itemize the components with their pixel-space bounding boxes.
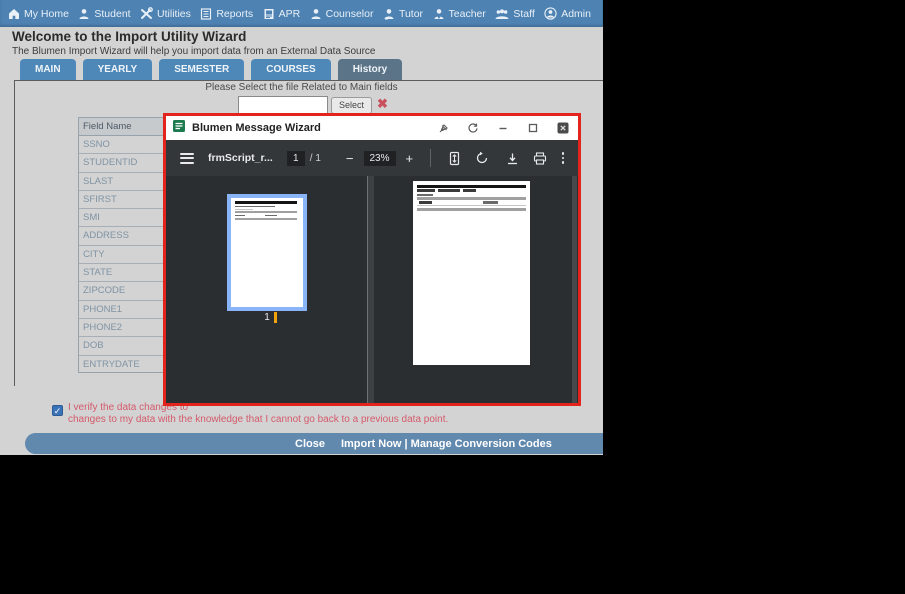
counselor-icon <box>310 8 322 20</box>
refresh-icon[interactable] <box>464 120 482 136</box>
print-icon[interactable] <box>533 151 547 165</box>
table-row[interactable]: SMI <box>79 209 163 228</box>
table-row[interactable]: SSNO <box>79 136 163 155</box>
verify-line2: changes to my data with the knowledge th… <box>68 413 449 425</box>
minimize-icon[interactable] <box>494 120 512 136</box>
file-select-prompt: Please Select the file Related to Main f… <box>205 82 398 93</box>
nav-label: Counselor <box>325 7 374 20</box>
close-icon[interactable] <box>554 120 572 136</box>
fit-to-page-icon[interactable] <box>448 151 461 166</box>
thumbnail-page-number: 1 <box>264 312 270 323</box>
tab-history[interactable]: History <box>337 59 403 80</box>
nav-item-my-home[interactable]: My Home <box>8 8 69 20</box>
nav-item-counselor[interactable]: Counselor <box>310 7 374 20</box>
tab-semester[interactable]: SEMESTER <box>159 59 245 80</box>
wizard-tabs: MAIN YEARLY SEMESTER COURSES History <box>20 59 403 80</box>
page-title: Welcome to the Import Utility Wizard <box>12 29 247 44</box>
nav-item-admin[interactable]: Admin <box>544 7 591 20</box>
field-name-table: Field Name SSNO STUDENTID SLAST SFIRST S… <box>78 117 164 373</box>
tab-main[interactable]: MAIN <box>20 59 76 80</box>
utilities-icon <box>140 7 153 20</box>
clear-file-icon[interactable]: ✖ <box>377 96 388 112</box>
staff-icon <box>495 8 509 20</box>
page-number-input[interactable]: 1 <box>286 150 305 166</box>
dialog-title: Blumen Message Wizard <box>192 122 321 134</box>
dialog-titlebar: Blumen Message Wizard <box>166 116 578 140</box>
nav-label: Utilities <box>157 7 191 20</box>
page-count-label: / 1 <box>309 152 321 164</box>
download-icon[interactable] <box>506 152 519 165</box>
pdf-viewer: 1 <box>166 176 578 403</box>
screen: My Home Student Utilities Reports APR Co… <box>0 0 905 594</box>
zoom-in-button[interactable]: + <box>399 151 421 166</box>
table-row[interactable]: ENTRYDATE <box>79 356 163 372</box>
reports-icon <box>200 7 212 20</box>
pdf-toolbar: frmScript_r... 1 / 1 − 23% + <box>166 140 578 176</box>
maximize-icon[interactable] <box>524 120 542 136</box>
tab-yearly[interactable]: YEARLY <box>82 59 153 80</box>
toolbar-divider <box>430 149 432 167</box>
nav-item-utilities[interactable]: Utilities <box>140 7 191 20</box>
nav-label: My Home <box>24 7 69 20</box>
dialog-app-icon <box>172 119 186 138</box>
nav-item-reports[interactable]: Reports <box>200 8 253 20</box>
zoom-level-label: 23% <box>363 150 396 166</box>
pdf-filename: frmScript_r... <box>208 152 273 164</box>
table-row[interactable]: DOB <box>79 337 163 356</box>
rotate-icon[interactable] <box>475 151 489 165</box>
document-page <box>413 181 530 365</box>
top-nav: My Home Student Utilities Reports APR Co… <box>0 0 603 27</box>
table-row[interactable]: PHONE2 <box>79 319 163 338</box>
close-button[interactable]: Close <box>295 438 325 450</box>
table-row[interactable]: CITY <box>79 246 163 265</box>
thumbnail-pane-scrollbar[interactable] <box>368 176 374 403</box>
verify-checkbox[interactable]: ✓ <box>52 405 63 416</box>
table-row[interactable]: PHONE1 <box>79 301 163 319</box>
admin-icon <box>544 7 557 20</box>
table-row[interactable]: STATE <box>79 264 163 283</box>
table-row[interactable]: ZIPCODE <box>79 282 163 301</box>
app-window: My Home Student Utilities Reports APR Co… <box>0 0 603 455</box>
nav-label: Admin <box>561 7 591 20</box>
pin-icon[interactable] <box>434 120 452 136</box>
nav-item-tutor[interactable]: Tutor <box>383 8 423 20</box>
nav-label: Reports <box>216 7 254 20</box>
nav-label: Teacher <box>448 7 486 20</box>
nav-item-staff[interactable]: Staff <box>495 7 535 20</box>
import-now-button[interactable]: Import Now | Manage Conversion Codes <box>341 438 552 450</box>
apr-icon <box>263 8 275 20</box>
table-row[interactable]: ADDRESS <box>79 227 163 246</box>
blumen-message-wizard-dialog: Blumen Message Wizard frmScript_r... 1 /… <box>163 113 581 406</box>
document-scrollbar[interactable] <box>572 176 577 403</box>
field-table-header: Field Name <box>79 118 163 136</box>
footer-action-bar: Close Import Now | Manage Conversion Cod… <box>25 433 603 454</box>
page-subtitle: The Blumen Import Wizard will help you i… <box>12 46 376 57</box>
zoom-out-button[interactable]: − <box>339 151 361 166</box>
tutor-icon <box>383 8 395 20</box>
student-icon <box>78 8 90 20</box>
table-row[interactable]: SLAST <box>79 173 163 191</box>
more-options-icon[interactable] <box>561 152 564 164</box>
nav-label: Staff <box>513 7 535 20</box>
home-icon <box>8 8 20 20</box>
table-row[interactable]: SFIRST <box>79 191 163 210</box>
nav-item-teacher[interactable]: Teacher <box>433 8 486 20</box>
nav-label: Tutor <box>398 7 424 20</box>
teacher-icon <box>433 8 445 20</box>
pane-divider <box>367 176 368 403</box>
file-path-input[interactable] <box>238 96 328 114</box>
nav-label: APR <box>278 7 301 20</box>
tab-courses[interactable]: COURSES <box>251 59 331 80</box>
nav-item-student[interactable]: Student <box>78 7 131 20</box>
menu-icon[interactable] <box>180 152 194 164</box>
table-row[interactable]: STUDENTID <box>79 154 163 173</box>
thumbnail-caret <box>274 312 277 323</box>
select-file-button[interactable]: Select <box>331 97 372 114</box>
page-thumbnail[interactable] <box>227 194 307 311</box>
nav-item-apr[interactable]: APR <box>263 7 301 20</box>
nav-label: Student <box>94 7 131 20</box>
